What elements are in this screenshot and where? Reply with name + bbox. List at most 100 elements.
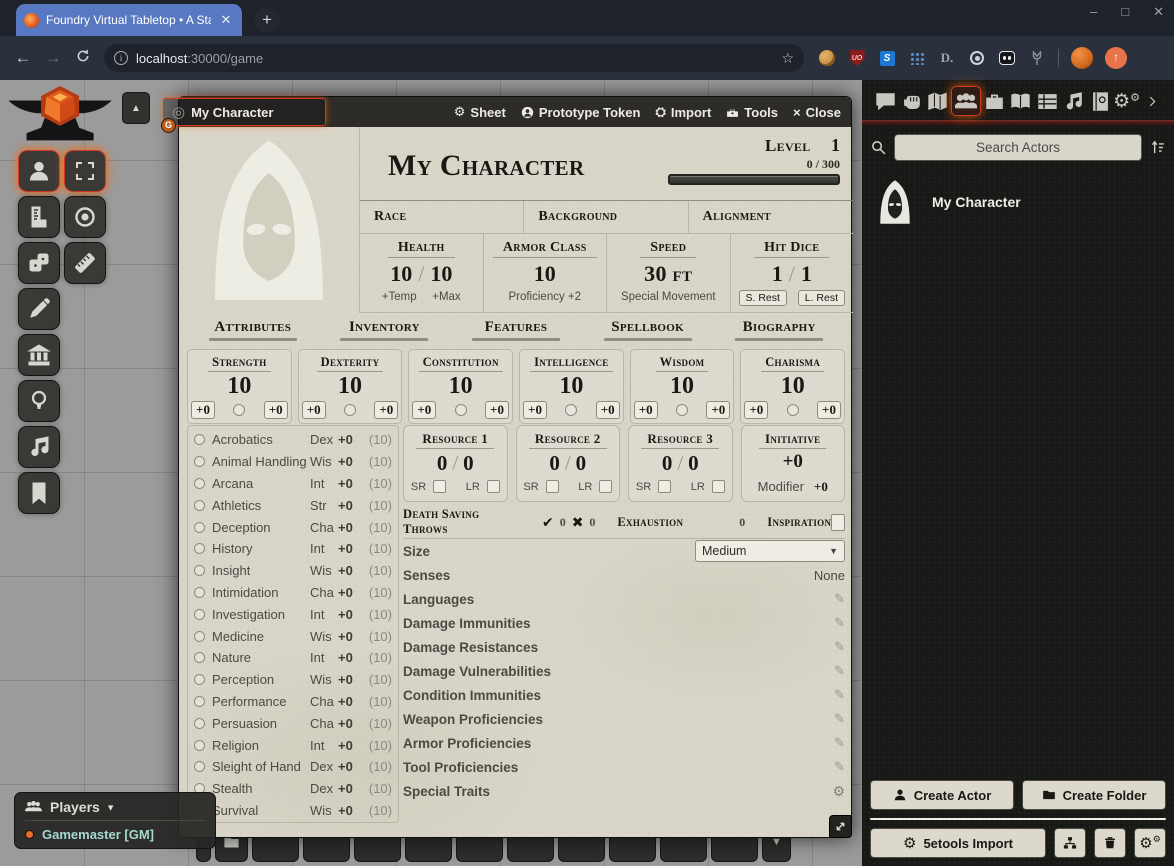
browser-tab[interactable]: Foundry Virtual Tabletop • A Stan ✕: [16, 4, 242, 36]
skill-row[interactable]: Medicine Wis +0 (10): [194, 625, 392, 647]
sort-icon[interactable]: [1149, 139, 1166, 156]
initiative-value[interactable]: +0: [746, 451, 841, 473]
skill-name[interactable]: Stealth: [212, 781, 310, 796]
lr-checkbox[interactable]: [487, 480, 500, 493]
skill-name[interactable]: Performance: [212, 694, 310, 709]
tab-actors[interactable]: [951, 86, 981, 116]
actor-list-item[interactable]: My Character: [862, 175, 1174, 229]
edit-icon[interactable]: ✎: [834, 639, 845, 655]
sheet-tab[interactable]: Spellbook: [582, 319, 714, 343]
site-info-icon[interactable]: i: [114, 51, 128, 65]
skill-proficiency-toggle[interactable]: [194, 456, 205, 467]
skill-proficiency-toggle[interactable]: [194, 761, 205, 772]
grid-extension-icon[interactable]: [908, 49, 926, 67]
skill-proficiency-toggle[interactable]: [194, 696, 205, 707]
drawings-layer-tool[interactable]: [18, 288, 60, 330]
tab-settings[interactable]: ⚙⚙: [1114, 88, 1140, 114]
back-icon[interactable]: ←: [8, 48, 38, 68]
update-browser-button[interactable]: ↑: [1105, 47, 1127, 69]
collapse-controls-button[interactable]: ▲: [122, 92, 150, 124]
ac-value[interactable]: 10: [484, 261, 607, 287]
ability-score[interactable]: 10: [634, 374, 731, 398]
create-folder-button[interactable]: Create Folder: [1022, 780, 1166, 810]
tab-chat[interactable]: [872, 88, 898, 114]
initiative-label[interactable]: Initiative: [759, 431, 826, 449]
edit-icon[interactable]: ✎: [834, 663, 845, 679]
forward-icon[interactable]: →: [38, 48, 68, 68]
window-resize-handle[interactable]: [829, 815, 852, 838]
long-rest-button[interactable]: L. Rest: [798, 290, 845, 306]
close-window-button[interactable]: ×Close: [793, 105, 841, 120]
resource-values[interactable]: 0/0: [521, 451, 616, 476]
select-tokens-tool[interactable]: [64, 150, 106, 192]
ability-score[interactable]: 10: [302, 374, 399, 398]
ability-score[interactable]: 10: [744, 374, 841, 398]
death-fail-icon[interactable]: ✖: [572, 514, 584, 531]
skill-row[interactable]: Investigation Int +0 (10): [194, 603, 392, 625]
ability-save[interactable]: +0: [485, 401, 509, 419]
ability-save[interactable]: +0: [596, 401, 620, 419]
close-window-icon[interactable]: ✕: [1153, 4, 1164, 20]
save-proficiency-toggle[interactable]: [233, 404, 245, 416]
gear-icon[interactable]: ⚙: [832, 783, 845, 800]
ability-name[interactable]: Constitution: [419, 355, 503, 372]
skill-proficiency-toggle[interactable]: [194, 718, 205, 729]
skill-proficiency-toggle[interactable]: [194, 500, 205, 511]
skill-name[interactable]: Perception: [212, 672, 310, 687]
resource-label[interactable]: Resource 3: [641, 431, 719, 449]
skill-name[interactable]: Religion: [212, 738, 310, 753]
skill-proficiency-toggle[interactable]: [194, 609, 205, 620]
lr-checkbox[interactable]: [599, 480, 612, 493]
import-button[interactable]: ⛭Import: [655, 104, 711, 120]
size-select[interactable]: Medium▼: [695, 540, 845, 562]
configure-button[interactable]: ⚙⚙: [1134, 828, 1166, 858]
death-success-count[interactable]: 0: [560, 515, 566, 530]
sheet-config-button[interactable]: ⚙Sheet: [454, 104, 506, 120]
tab-journal[interactable]: [1008, 88, 1034, 114]
ability-score[interactable]: 10: [523, 374, 620, 398]
sheet-tab[interactable]: Attributes: [187, 319, 319, 343]
folder-tree-button[interactable]: [1054, 828, 1086, 858]
short-rest-button[interactable]: S. Rest: [739, 290, 787, 306]
character-name[interactable]: My Character: [388, 151, 584, 181]
skill-row[interactable]: Acrobatics Dex +0 (10): [194, 429, 392, 451]
resource-values[interactable]: 0/0: [408, 451, 503, 476]
ability-name[interactable]: Intelligence: [530, 355, 612, 372]
new-tab-button[interactable]: +: [254, 7, 280, 33]
level-value[interactable]: 1: [831, 135, 840, 155]
d-extension-icon[interactable]: D.: [938, 49, 956, 67]
fork-extension-icon[interactable]: [1028, 49, 1046, 67]
robot-extension-icon[interactable]: [998, 49, 1016, 67]
skill-row[interactable]: Performance Cha +0 (10): [194, 691, 392, 713]
tab-items[interactable]: [982, 88, 1008, 114]
skill-row[interactable]: Religion Int +0 (10): [194, 734, 392, 756]
sheet-tab[interactable]: Biography: [713, 319, 845, 343]
sheet-tab[interactable]: Inventory: [319, 319, 451, 343]
create-actor-button[interactable]: Create Actor: [870, 780, 1014, 810]
resource-label[interactable]: Resource 1: [416, 431, 494, 449]
actor-avatar[interactable]: [872, 179, 918, 225]
tab-tables[interactable]: [1034, 88, 1060, 114]
portrait-avatar-image[interactable]: [194, 134, 344, 306]
save-proficiency-toggle[interactable]: [787, 404, 799, 416]
resource-label[interactable]: Resource 2: [529, 431, 607, 449]
skill-row[interactable]: Perception Wis +0 (10): [194, 669, 392, 691]
speed-value[interactable]: 30 ft: [607, 261, 730, 287]
ring-extension-icon[interactable]: [968, 49, 986, 67]
ability-save[interactable]: +0: [264, 401, 288, 419]
token-layer-tool[interactable]: [18, 150, 60, 192]
skill-name[interactable]: Arcana: [212, 476, 310, 491]
measure-distance-tool[interactable]: [64, 242, 106, 284]
ublock-extension-icon[interactable]: UO: [848, 49, 866, 67]
prototype-token-button[interactable]: Prototype Token: [521, 105, 641, 120]
skill-proficiency-toggle[interactable]: [194, 652, 205, 663]
sheet-tab[interactable]: Features: [450, 319, 582, 343]
resource-values[interactable]: 0/0: [633, 451, 728, 476]
ability-save[interactable]: +0: [374, 401, 398, 419]
ability-modifier[interactable]: +0: [191, 401, 215, 419]
edit-icon[interactable]: ✎: [834, 615, 845, 631]
skill-proficiency-toggle[interactable]: [194, 631, 205, 642]
skill-name[interactable]: Acrobatics: [212, 432, 310, 447]
skill-name[interactable]: Athletics: [212, 498, 310, 513]
edit-icon[interactable]: ✎: [834, 735, 845, 751]
